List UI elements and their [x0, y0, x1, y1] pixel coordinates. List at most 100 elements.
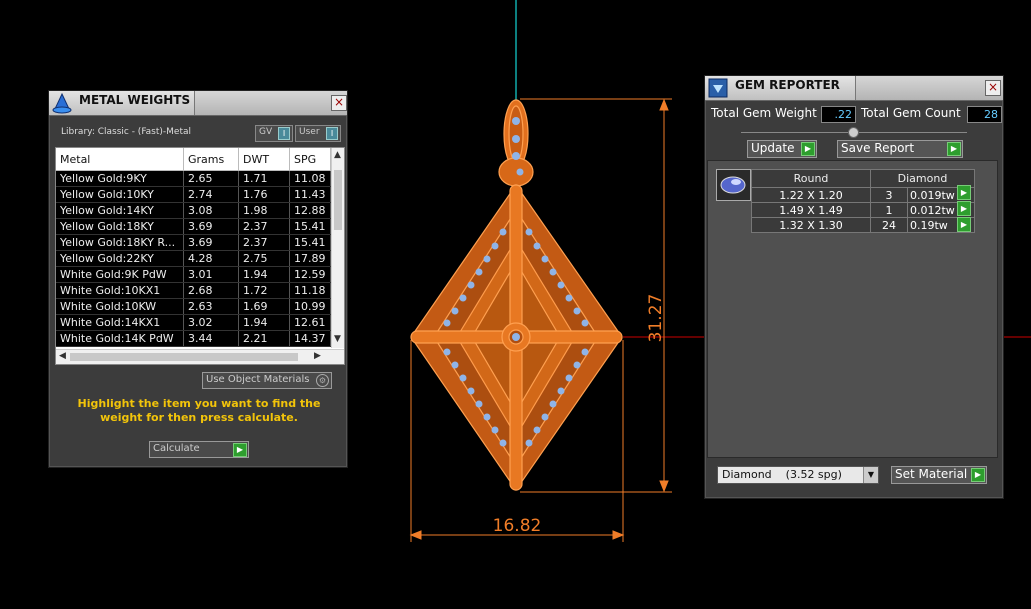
- select-row-icon[interactable]: ▶: [957, 185, 971, 200]
- table-row[interactable]: White Gold:14KX1 3.02 1.94 12.61: [56, 314, 331, 331]
- use-object-materials-toggle[interactable]: Use Object Materials ⚙: [202, 372, 332, 389]
- cell-dwt: 1.71: [238, 170, 290, 187]
- gv-toggle[interactable]: GV I: [255, 125, 293, 142]
- slider-handle[interactable]: [848, 127, 859, 138]
- table-row[interactable]: Yellow Gold:10KY 2.74 1.76 11.43: [56, 186, 331, 203]
- scroll-right-icon[interactable]: ▶: [314, 351, 321, 361]
- gem-row[interactable]: 1.49 X 1.49 1 0.012tw: [751, 202, 975, 218]
- metal-weights-panel: METAL WEIGHTS × Library: Classic - (Fast…: [48, 90, 348, 468]
- scroll-down-icon[interactable]: ▼: [334, 334, 341, 344]
- play-icon: ▶: [971, 468, 985, 482]
- cell-spg: 17.89: [289, 250, 331, 267]
- table-row[interactable]: Yellow Gold:22KY 4.28 2.75 17.89: [56, 250, 331, 267]
- total-gem-weight-field: Total Gem Weight .22: [711, 106, 856, 123]
- gem-reporter-app-icon: [708, 78, 728, 98]
- cell-dwt: 1.76: [238, 186, 290, 203]
- cell-dwt: 2.37: [238, 234, 290, 251]
- use-object-materials-label: Use Object Materials: [206, 374, 310, 385]
- gem-weight-value: 0.19tw: [910, 218, 948, 232]
- table-row[interactable]: Yellow Gold:18KY R... 3.69 2.37 15.41: [56, 234, 331, 251]
- horizontal-scrollbar[interactable]: ◀ ▶: [56, 349, 344, 364]
- chevron-down-icon[interactable]: ▼: [863, 467, 878, 483]
- cell-metal: Yellow Gold:18KY: [56, 218, 184, 235]
- column-header-dwt[interactable]: DWT: [238, 148, 290, 171]
- material-select-value: Diamond (3.52 spg): [722, 468, 842, 481]
- cell-grams: 3.44: [183, 330, 239, 347]
- calculate-label: Calculate: [153, 443, 200, 454]
- total-gem-count-label: Total Gem Count: [861, 106, 961, 120]
- cell-grams: 2.68: [183, 282, 239, 299]
- play-icon: ▶: [947, 142, 961, 156]
- gem-count: 3: [870, 187, 908, 203]
- cell-dwt: 1.94: [238, 314, 290, 331]
- gem-list[interactable]: Round Diamond 1.22 X 1.20 3 0.019tw 1.49…: [707, 160, 998, 458]
- close-button[interactable]: ×: [331, 95, 347, 111]
- vertical-scrollbar[interactable]: ▲ ▼: [331, 148, 344, 348]
- gem-size: 1.49 X 1.49: [751, 202, 871, 218]
- table-row[interactable]: White Gold:10KX1 2.68 1.72 11.18: [56, 282, 331, 299]
- toggle-icon: I: [326, 127, 338, 140]
- cell-metal: White Gold:10KX1: [56, 282, 184, 299]
- scroll-left-icon[interactable]: ◀: [59, 351, 66, 361]
- cell-grams: 2.74: [183, 186, 239, 203]
- cell-spg: 11.43: [289, 186, 331, 203]
- height-dimension-label: 31.27: [646, 294, 666, 343]
- set-material-label: Set Material: [895, 467, 968, 481]
- panel-title: METAL WEIGHTS: [79, 93, 191, 107]
- total-gem-weight-value: .22: [821, 106, 856, 123]
- table-row[interactable]: Yellow Gold:9KY 2.65 1.71 11.08: [56, 170, 331, 187]
- user-toggle[interactable]: User I: [295, 125, 341, 142]
- table-row[interactable]: White Gold:10KW 2.63 1.69 10.99: [56, 298, 331, 315]
- cell-spg: 12.61: [289, 314, 331, 331]
- gv-toggle-label: GV: [259, 127, 273, 137]
- table-row[interactable]: Yellow Gold:18KY 3.69 2.37 15.41: [56, 218, 331, 235]
- gem-reporter-titlebar[interactable]: GEM REPORTER ×: [705, 76, 1003, 101]
- cell-dwt: 2.21: [238, 330, 290, 347]
- round-gem-icon: [716, 169, 751, 201]
- save-report-label: Save Report: [841, 141, 915, 155]
- cell-spg: 15.41: [289, 234, 331, 251]
- metal-table[interactable]: Metal Grams DWT SPG Yellow Gold:9KY 2.65 1…: [55, 147, 345, 365]
- metal-weights-app-icon: [52, 92, 72, 114]
- column-header-spg[interactable]: SPG: [289, 148, 331, 171]
- select-row-icon[interactable]: ▶: [957, 201, 971, 216]
- update-button[interactable]: Update ▶: [747, 140, 817, 158]
- table-row[interactable]: White Gold:9K PdW 3.01 1.94 12.59: [56, 266, 331, 283]
- gear-icon: ⚙: [316, 374, 329, 387]
- material-select[interactable]: Diamond (3.52 spg) ▼: [717, 466, 879, 484]
- set-material-button[interactable]: Set Material ▶: [891, 466, 987, 484]
- scrollbar-thumb[interactable]: [70, 353, 298, 361]
- cell-spg: 10.99: [289, 298, 331, 315]
- close-button[interactable]: ×: [985, 80, 1001, 96]
- cell-grams: 2.65: [183, 170, 239, 187]
- save-report-button[interactable]: Save Report ▶: [837, 140, 963, 158]
- panel-title: GEM REPORTER: [735, 78, 840, 92]
- cell-metal: White Gold:10KW: [56, 298, 184, 315]
- cell-metal: Yellow Gold:10KY: [56, 186, 184, 203]
- column-header-grams[interactable]: Grams: [183, 148, 239, 171]
- cell-metal: White Gold:9K PdW: [56, 266, 184, 283]
- gem-row[interactable]: 1.32 X 1.30 24 0.19tw: [751, 217, 975, 233]
- toggle-icon: I: [278, 127, 290, 140]
- scroll-up-icon[interactable]: ▲: [334, 150, 341, 160]
- cell-grams: 3.08: [183, 202, 239, 219]
- calculate-button[interactable]: Calculate ▶: [149, 441, 249, 458]
- column-header-metal[interactable]: Metal: [56, 148, 184, 171]
- table-row[interactable]: White Gold:14K PdW 3.44 2.21 14.37: [56, 330, 331, 347]
- cell-spg: 15.41: [289, 218, 331, 235]
- cell-spg: 11.18: [289, 282, 331, 299]
- metal-weights-titlebar[interactable]: METAL WEIGHTS ×: [49, 91, 347, 116]
- cell-grams: 3.69: [183, 234, 239, 251]
- cell-metal: White Gold:14KX1: [56, 314, 184, 331]
- cell-metal: Yellow Gold:18KY R...: [56, 234, 184, 251]
- total-gem-count-value: 28: [967, 106, 1002, 123]
- instruction-text: Highlight the item you want to find the …: [77, 397, 321, 424]
- cell-spg: 11.08: [289, 170, 331, 187]
- library-label: Library: Classic - (Fast)-Metal: [61, 127, 192, 137]
- table-row[interactable]: Yellow Gold:14KY 3.08 1.98 12.88: [56, 202, 331, 219]
- gem-row[interactable]: 1.22 X 1.20 3 0.019tw: [751, 187, 975, 203]
- select-row-icon[interactable]: ▶: [957, 217, 971, 232]
- scrollbar-thumb[interactable]: [334, 170, 342, 230]
- metal-table-grid: Metal Grams DWT SPG Yellow Gold:9KY 2.65 1…: [56, 148, 331, 347]
- cell-spg: 12.59: [289, 266, 331, 283]
